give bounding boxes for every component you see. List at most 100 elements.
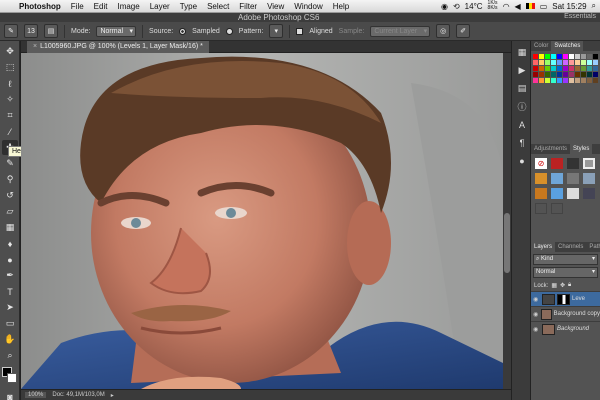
dodge-tool-icon[interactable]: ● (2, 252, 18, 267)
volume-icon[interactable]: ◀ (515, 2, 521, 11)
toggle-clone-source-icon[interactable]: ▤ (44, 24, 58, 38)
tab-paths[interactable]: Paths (586, 242, 600, 252)
spotlight-search-icon[interactable]: ⌕ (592, 1, 596, 11)
color-swatch[interactable] (587, 72, 592, 77)
crop-tool-icon[interactable]: ⌗ (2, 108, 18, 123)
layer-row[interactable]: ◉ Background (531, 321, 600, 336)
sync-icon[interactable]: ⟲ (453, 2, 460, 11)
pattern-picker[interactable]: ▾ (269, 24, 284, 38)
pattern-radio[interactable] (225, 27, 233, 35)
color-swatch[interactable] (575, 72, 580, 77)
color-swatch[interactable] (563, 78, 568, 83)
visibility-eye-icon[interactable]: ◉ (533, 311, 539, 318)
color-swatch[interactable] (539, 72, 544, 77)
doc-size[interactable]: Doc: 49,1M/103,0M (52, 392, 104, 398)
color-swatch[interactable] (539, 60, 544, 65)
tab-swatches[interactable]: Swatches (551, 41, 584, 51)
lasso-tool-icon[interactable]: ℓ (2, 76, 18, 91)
color-swatch[interactable] (545, 72, 550, 77)
brush-presets-icon[interactable]: ● (515, 154, 529, 167)
color-swatch[interactable] (563, 60, 568, 65)
menu-type[interactable]: Type (175, 2, 202, 11)
aligned-checkbox[interactable] (296, 27, 304, 35)
info-panel-icon[interactable]: ⓘ (515, 100, 529, 113)
menu-window[interactable]: Window (289, 2, 327, 11)
type-tool-icon[interactable]: T (2, 284, 18, 299)
color-swatch[interactable] (575, 78, 580, 83)
color-swatch[interactable] (587, 54, 592, 59)
clone-stamp-tool-icon[interactable]: ⚲ (2, 172, 18, 187)
color-swatch[interactable] (587, 60, 592, 65)
color-swatches[interactable] (2, 367, 18, 385)
image-canvas[interactable] (21, 53, 503, 389)
network-meter[interactable]: 1K/s 8K/s (488, 1, 498, 11)
marquee-tool-icon[interactable]: ⬚ (2, 60, 18, 75)
layer-row[interactable]: ◉ Background copy (531, 306, 600, 321)
layer-mask-thumbnail[interactable] (557, 293, 570, 305)
visibility-eye-icon[interactable]: ◉ (533, 296, 540, 303)
color-swatch[interactable] (581, 72, 586, 77)
color-swatch[interactable] (569, 66, 574, 71)
status-icon[interactable]: ◉ (441, 2, 448, 11)
tab-layers[interactable]: Layers (531, 242, 556, 252)
move-tool-icon[interactable]: ✥ (2, 44, 18, 59)
brush-size-picker[interactable]: 13 (24, 24, 38, 38)
style-dark-icon[interactable] (567, 158, 579, 169)
color-swatch[interactable] (569, 60, 574, 65)
menu-image[interactable]: Image (112, 2, 144, 11)
zoom-tool-icon[interactable]: ⌕ (2, 348, 18, 363)
color-swatch[interactable] (551, 60, 556, 65)
wifi-icon[interactable]: ◠ (503, 2, 510, 11)
style-amber-icon[interactable] (535, 188, 547, 199)
color-swatch[interactable] (545, 60, 550, 65)
color-swatch[interactable] (545, 78, 550, 83)
style-frame-icon[interactable] (583, 158, 595, 169)
color-swatch[interactable] (593, 78, 598, 83)
tab-adjustments[interactable]: Adjustments (531, 144, 570, 154)
color-swatch[interactable] (593, 54, 598, 59)
color-swatch[interactable] (593, 60, 598, 65)
tab-styles[interactable]: Styles (570, 144, 593, 154)
quick-selection-tool-icon[interactable]: ✧ (2, 92, 18, 107)
menu-filter[interactable]: Filter (234, 2, 262, 11)
color-swatch[interactable] (563, 72, 568, 77)
color-swatch[interactable] (581, 78, 586, 83)
color-swatch[interactable] (557, 60, 562, 65)
tab-color[interactable]: Color (531, 41, 551, 51)
layer-filter-select[interactable]: ⌕ Kind (533, 254, 598, 265)
lock-all-icon[interactable]: 🔒︎ (568, 282, 571, 289)
background-color[interactable] (7, 373, 17, 383)
color-swatch[interactable] (551, 78, 556, 83)
color-swatch[interactable] (533, 78, 538, 83)
workspace-switcher[interactable]: Essentials (564, 13, 596, 20)
pen-tool-icon[interactable]: ✒ (2, 268, 18, 283)
color-swatch[interactable] (575, 54, 580, 59)
menu-help[interactable]: Help (328, 2, 354, 11)
quick-mask-icon[interactable]: ◙ (2, 389, 18, 400)
weather-temp[interactable]: 14°C (465, 2, 483, 11)
history-panel-icon[interactable]: ▦ (515, 46, 529, 59)
color-swatch[interactable] (593, 66, 598, 71)
style-red-icon[interactable] (551, 158, 563, 169)
style-empty-icon[interactable] (535, 203, 547, 214)
close-tab-icon[interactable]: × (33, 43, 37, 50)
color-swatch[interactable] (563, 66, 568, 71)
color-swatch[interactable] (557, 66, 562, 71)
character-panel-icon[interactable]: A (515, 118, 529, 131)
blend-mode-select[interactable]: Normal (533, 267, 598, 278)
style-empty-icon[interactable] (551, 203, 563, 214)
brush-tool-icon[interactable]: ✎ (2, 156, 18, 171)
status-menu-icon[interactable]: ▸ (111, 392, 114, 399)
tab-channels[interactable]: Channels (555, 242, 586, 252)
actions-panel-icon[interactable]: ▶ (515, 64, 529, 77)
menu-file[interactable]: File (66, 2, 89, 11)
document-tab[interactable]: × L1005960.JPG @ 100% (Levels 1, Layer Ma… (27, 41, 209, 53)
color-swatch[interactable] (557, 78, 562, 83)
color-swatch[interactable] (587, 66, 592, 71)
history-brush-tool-icon[interactable]: ↺ (2, 188, 18, 203)
battery-icon[interactable]: ▭ (540, 2, 548, 11)
color-swatch[interactable] (539, 54, 544, 59)
mode-select[interactable]: Normal (96, 25, 137, 37)
menu-select[interactable]: Select (202, 2, 234, 11)
style-white-icon[interactable] (567, 188, 579, 199)
